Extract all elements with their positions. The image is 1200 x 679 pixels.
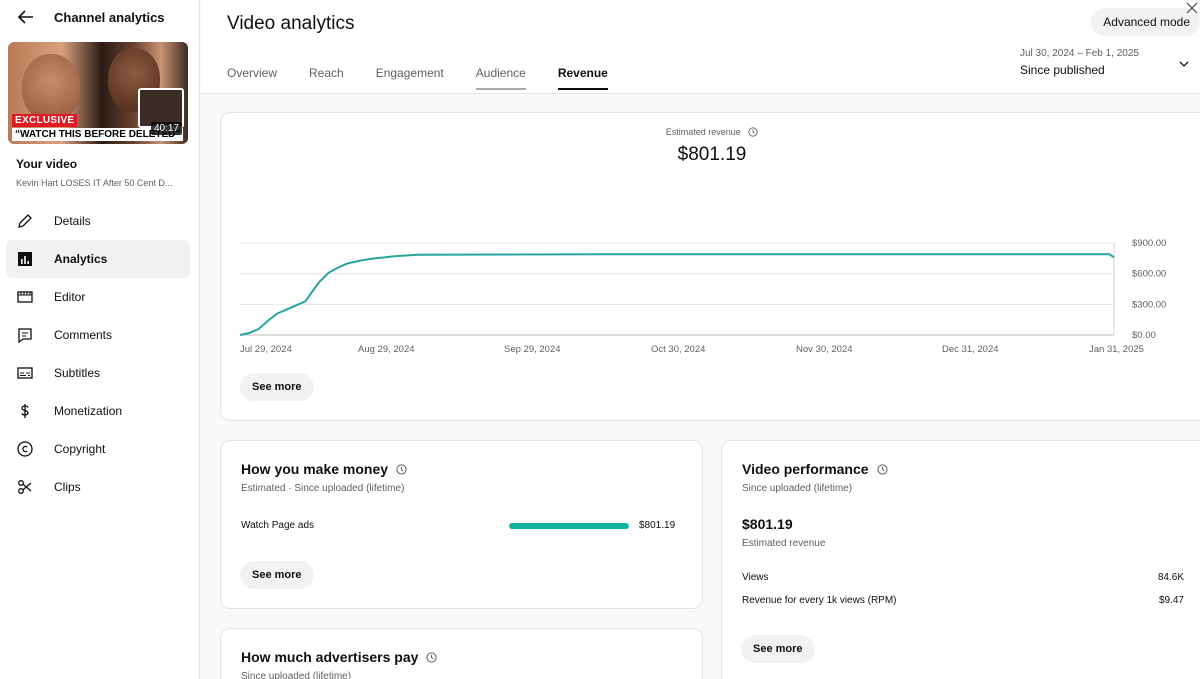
page-title: Video analytics (227, 13, 355, 34)
y-tick-label: $0.00 (1132, 330, 1156, 341)
tab-revenue[interactable]: Revenue (557, 66, 608, 90)
metric-value: $9.47 (1158, 595, 1184, 606)
analytics-icon (16, 250, 34, 268)
metric-row-rpm: Revenue for every 1k views (RPM) $9.47 (742, 595, 1184, 606)
sidebar-item-label: Comments (54, 328, 113, 342)
thumbnail-exclusive-badge: EXCLUSIVE (12, 114, 78, 127)
metric-label: Revenue for every 1k views (RPM) (742, 595, 897, 606)
sidebar-item-label: Copyright (54, 442, 106, 456)
see-more-button[interactable]: See more (741, 635, 815, 663)
comments-icon (16, 326, 34, 344)
tab-bar: Overview Reach Engagement Audience Reven… (227, 66, 640, 90)
card-subtitle: Since uploaded (lifetime) (742, 483, 853, 494)
see-more-button[interactable]: See more (240, 561, 314, 589)
estimated-revenue-value: $801.19 (677, 144, 747, 165)
estimated-revenue-label: Estimated revenue (221, 127, 1200, 137)
x-tick-label: Aug 29, 2024 (358, 344, 415, 355)
revenue-series-line (239, 253, 1115, 336)
tab-overview[interactable]: Overview (227, 66, 277, 90)
sidebar-item-comments[interactable]: Comments (6, 316, 190, 354)
date-range-label[interactable]: Since published (1020, 63, 1105, 77)
y-tick-label: $300.00 (1132, 299, 1166, 310)
video-duration: 40:17 (150, 122, 182, 135)
sidebar-header: Channel analytics (0, 0, 199, 34)
revenue-chart-card: $0.00 $300.00 $600.00 $900.00 Jul 29, 2024 Au… (220, 112, 1200, 421)
y-tick-label: $600.00 (1132, 269, 1166, 280)
card-title-text: How much advertisers pay (241, 649, 419, 665)
date-range-text[interactable]: Jul 30, 2024 – Feb 1, 2025 (1020, 48, 1139, 59)
estimated-revenue-label-text: Estimated revenue (665, 127, 741, 137)
x-tick-label: Dec 31, 2024 (942, 344, 999, 355)
copyright-icon (16, 440, 34, 458)
metric-row-views: Views 84.6K (742, 572, 1184, 583)
card-title: How much advertisers pay (241, 649, 437, 665)
x-tick-label: Nov 30, 2024 (796, 344, 853, 355)
sidebar-item-editor[interactable]: Editor (6, 278, 190, 316)
clock-info-icon[interactable] (426, 651, 437, 663)
sidebar-item-label: Subtitles (54, 366, 101, 380)
chevron-down-icon[interactable] (1178, 58, 1190, 70)
sidebar-item-monetization[interactable]: Monetization (6, 392, 190, 430)
x-tick-label: Jul 29, 2024 (240, 344, 292, 355)
sidebar-item-label: Details (54, 214, 91, 228)
sidebar: Channel analytics EXCLUSIVE “WATCH THIS … (0, 0, 200, 679)
close-icon[interactable] (1186, 2, 1198, 14)
card-title-text: Video performance (742, 461, 869, 477)
sidebar-item-label: Editor (54, 290, 86, 304)
sidebar-item-analytics[interactable]: Analytics (6, 240, 190, 278)
sidebar-nav: Details Analytics Editor Comments Subtit… (6, 202, 190, 506)
main-content: Video analytics Overview Reach Engagemen… (201, 0, 1200, 679)
editor-icon (16, 288, 34, 306)
card-title: Video performance (742, 461, 888, 477)
revenue-source-bar (509, 523, 629, 529)
performance-revenue-value: $801.19 (742, 516, 793, 532)
sidebar-item-details[interactable]: Details (6, 202, 190, 240)
sidebar-item-label: Analytics (54, 252, 108, 266)
video-performance-card: Video performance Since uploaded (lifeti… (721, 440, 1200, 679)
video-title[interactable]: Kevin Hart LOSES IT After 50 Cent D... (16, 178, 192, 188)
your-video-label: Your video (16, 157, 78, 171)
sidebar-item-clips[interactable]: Clips (6, 468, 190, 506)
dollar-icon (16, 402, 34, 420)
tab-reach[interactable]: Reach (309, 66, 344, 90)
x-tick-label: Jan 31, 2025 (1089, 344, 1144, 355)
pencil-icon (16, 212, 34, 230)
see-more-button[interactable]: See more (240, 373, 314, 401)
scissors-icon (16, 478, 34, 496)
x-tick-label: Oct 30, 2024 (651, 344, 705, 355)
sidebar-title: Channel analytics (54, 9, 165, 25)
card-title: How you make money (241, 461, 407, 477)
topbar: Video analytics Overview Reach Engagemen… (201, 0, 1200, 94)
sidebar-item-copyright[interactable]: Copyright (6, 430, 190, 468)
revenue-source-label: Watch Page ads (241, 520, 315, 531)
advanced-mode-button[interactable]: Advanced mode (1091, 8, 1200, 36)
clock-info-icon[interactable] (748, 127, 758, 137)
metric-value: 84.6K (1157, 572, 1184, 583)
x-tick-label: Sep 29, 2024 (504, 344, 561, 355)
subtitles-icon (16, 364, 34, 382)
sidebar-item-label: Clips (54, 480, 81, 494)
sidebar-item-subtitles[interactable]: Subtitles (6, 354, 190, 392)
revenue-source-value: $801.19 (639, 520, 676, 531)
card-title-text: How you make money (241, 461, 389, 477)
how-you-make-money-card: How you make money Estimated · Since upl… (220, 440, 703, 609)
clock-info-icon[interactable] (396, 463, 407, 475)
tab-engagement[interactable]: Engagement (376, 66, 444, 90)
thumbnail-face-left (22, 54, 80, 122)
how-much-advertisers-pay-card: How much advertisers pay Since uploaded … (220, 628, 703, 679)
metric-label: Views (742, 572, 769, 583)
back-arrow-icon[interactable] (16, 7, 36, 27)
tab-audience[interactable]: Audience (475, 66, 526, 90)
card-subtitle: Since uploaded (lifetime) (241, 671, 352, 679)
video-thumbnail[interactable]: EXCLUSIVE “WATCH THIS BEFORE DELETED” 40… (8, 42, 188, 144)
clock-info-icon[interactable] (876, 463, 888, 475)
performance-revenue-label: Estimated revenue (742, 538, 826, 549)
card-subtitle: Estimated · Since uploaded (lifetime) (241, 483, 405, 494)
y-tick-label: $900.00 (1132, 238, 1166, 249)
sidebar-item-label: Monetization (54, 404, 123, 418)
